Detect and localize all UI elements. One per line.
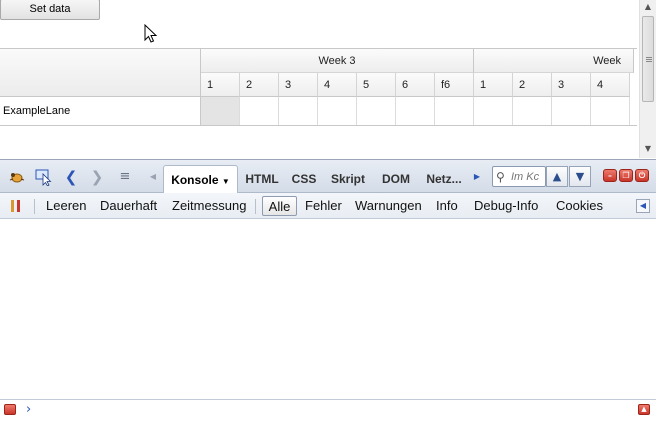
tab-css[interactable]: CSS: [286, 165, 322, 193]
lane-cell[interactable]: [357, 97, 396, 125]
expand-up-icon[interactable]: ▲: [638, 404, 650, 415]
mouse-cursor-icon: [144, 24, 158, 43]
search-prev-button[interactable]: ▲: [546, 166, 568, 187]
lane-cell[interactable]: [201, 97, 240, 125]
tabs-scroll-left-icon[interactable]: ◀: [148, 168, 158, 186]
day-header: 1: [474, 73, 513, 97]
command-line: › ▲: [0, 399, 656, 421]
lane-cell[interactable]: [279, 97, 318, 125]
chevron-right-icon[interactable]: ❯: [89, 168, 105, 186]
detach-window-icon[interactable]: ❐: [619, 169, 633, 182]
lane-cell[interactable]: [513, 97, 552, 125]
tab-netz[interactable]: Netz...: [420, 165, 468, 193]
persist-button[interactable]: Dauerhaft: [100, 196, 157, 216]
inspect-element-icon[interactable]: [34, 168, 54, 186]
set-data-button[interactable]: Set data: [0, 0, 100, 20]
chevron-up-icon: ▲: [552, 170, 562, 183]
tab-html[interactable]: HTML: [240, 165, 284, 193]
lane-cell[interactable]: [474, 97, 513, 125]
day-header: 4: [318, 73, 357, 97]
day-header: f6: [435, 73, 474, 97]
triangle-left-icon[interactable]: ◀: [636, 199, 650, 213]
scrollbar-thumb[interactable]: [642, 16, 654, 102]
scroll-up-icon[interactable]: ▲: [640, 0, 656, 14]
filter-info-button[interactable]: Info: [436, 196, 458, 216]
firebug-toolbar: ❮ ❯ ≡ ◀ Konsole ▼ HTML CSS Skript DOM Ne…: [0, 160, 656, 194]
console-toolbar: Leeren Dauerhaft Zeitmessung Alle Fehler…: [0, 193, 656, 219]
firebug-panel: ❮ ❯ ≡ ◀ Konsole ▼ HTML CSS Skript DOM Ne…: [0, 159, 656, 421]
lane-cell[interactable]: [591, 97, 630, 125]
tab-skript[interactable]: Skript: [325, 165, 371, 193]
lane-cell[interactable]: [396, 97, 435, 125]
chevron-down-icon: ▼: [575, 170, 585, 183]
day-header: 2: [513, 73, 552, 97]
grip-icon: [646, 57, 652, 58]
grid-corner-header: [0, 49, 201, 97]
prompt-chevron-icon: ›: [26, 402, 32, 417]
day-header: 3: [279, 73, 318, 97]
toolbar-separator: [255, 199, 256, 214]
console-output: [0, 219, 656, 399]
week-header: Week: [474, 49, 634, 73]
lane-cell[interactable]: [240, 97, 279, 125]
search-icon: ⚲: [496, 170, 505, 184]
filter-warnings-button[interactable]: Warnungen: [355, 196, 422, 216]
break-on-error-icon[interactable]: [9, 198, 23, 214]
lane-cell[interactable]: [318, 97, 357, 125]
timeline-grid: Week 3 Week 1 2 3 4 5 6 f6 1 2 3 4 Examp…: [0, 48, 637, 126]
toolbar-separator: [34, 199, 35, 214]
chevron-left-icon[interactable]: ❮: [63, 168, 79, 186]
filter-debug-info-button[interactable]: Debug-Info: [474, 196, 538, 216]
script-list-icon[interactable]: ≡: [115, 168, 135, 186]
filter-cookies-button[interactable]: Cookies: [556, 196, 603, 216]
day-header: 6: [396, 73, 435, 97]
lane-cell[interactable]: [552, 97, 591, 125]
day-header: 2: [240, 73, 279, 97]
search-input[interactable]: [511, 169, 545, 184]
page-area: Set data Week 3 Week 1 2 3 4 5 6 f6 1 2 …: [0, 0, 656, 160]
minimize-icon[interactable]: –: [603, 169, 617, 182]
tab-konsole-label: Konsole: [171, 173, 219, 187]
tab-dom[interactable]: DOM: [375, 165, 417, 193]
filter-all-button[interactable]: Alle: [262, 196, 297, 216]
chevron-down-icon[interactable]: ▼: [222, 177, 230, 186]
tabs-scroll-right-icon[interactable]: ▶: [472, 168, 482, 186]
day-header: 4: [591, 73, 630, 97]
day-header: 1: [201, 73, 240, 97]
power-close-icon[interactable]: ⏻: [635, 169, 649, 182]
filter-errors-button[interactable]: Fehler: [305, 196, 342, 216]
week-header: Week 3: [201, 49, 474, 73]
search-next-button[interactable]: ▼: [569, 166, 591, 187]
tab-konsole[interactable]: Konsole ▼: [163, 165, 238, 194]
lane-label: ExampleLane: [0, 97, 201, 125]
vertical-scrollbar[interactable]: ▲ ▼: [639, 0, 656, 158]
command-input[interactable]: [40, 402, 630, 419]
clear-button[interactable]: Leeren: [46, 196, 86, 216]
day-header: 5: [357, 73, 396, 97]
search-box[interactable]: ⚲: [492, 166, 546, 187]
day-header: 3: [552, 73, 591, 97]
profile-button[interactable]: Zeitmessung: [172, 196, 246, 216]
scroll-down-icon[interactable]: ▼: [640, 142, 656, 156]
firebug-bug-icon[interactable]: [8, 168, 26, 186]
lane-cell[interactable]: [435, 97, 474, 125]
error-icon[interactable]: [4, 404, 16, 415]
